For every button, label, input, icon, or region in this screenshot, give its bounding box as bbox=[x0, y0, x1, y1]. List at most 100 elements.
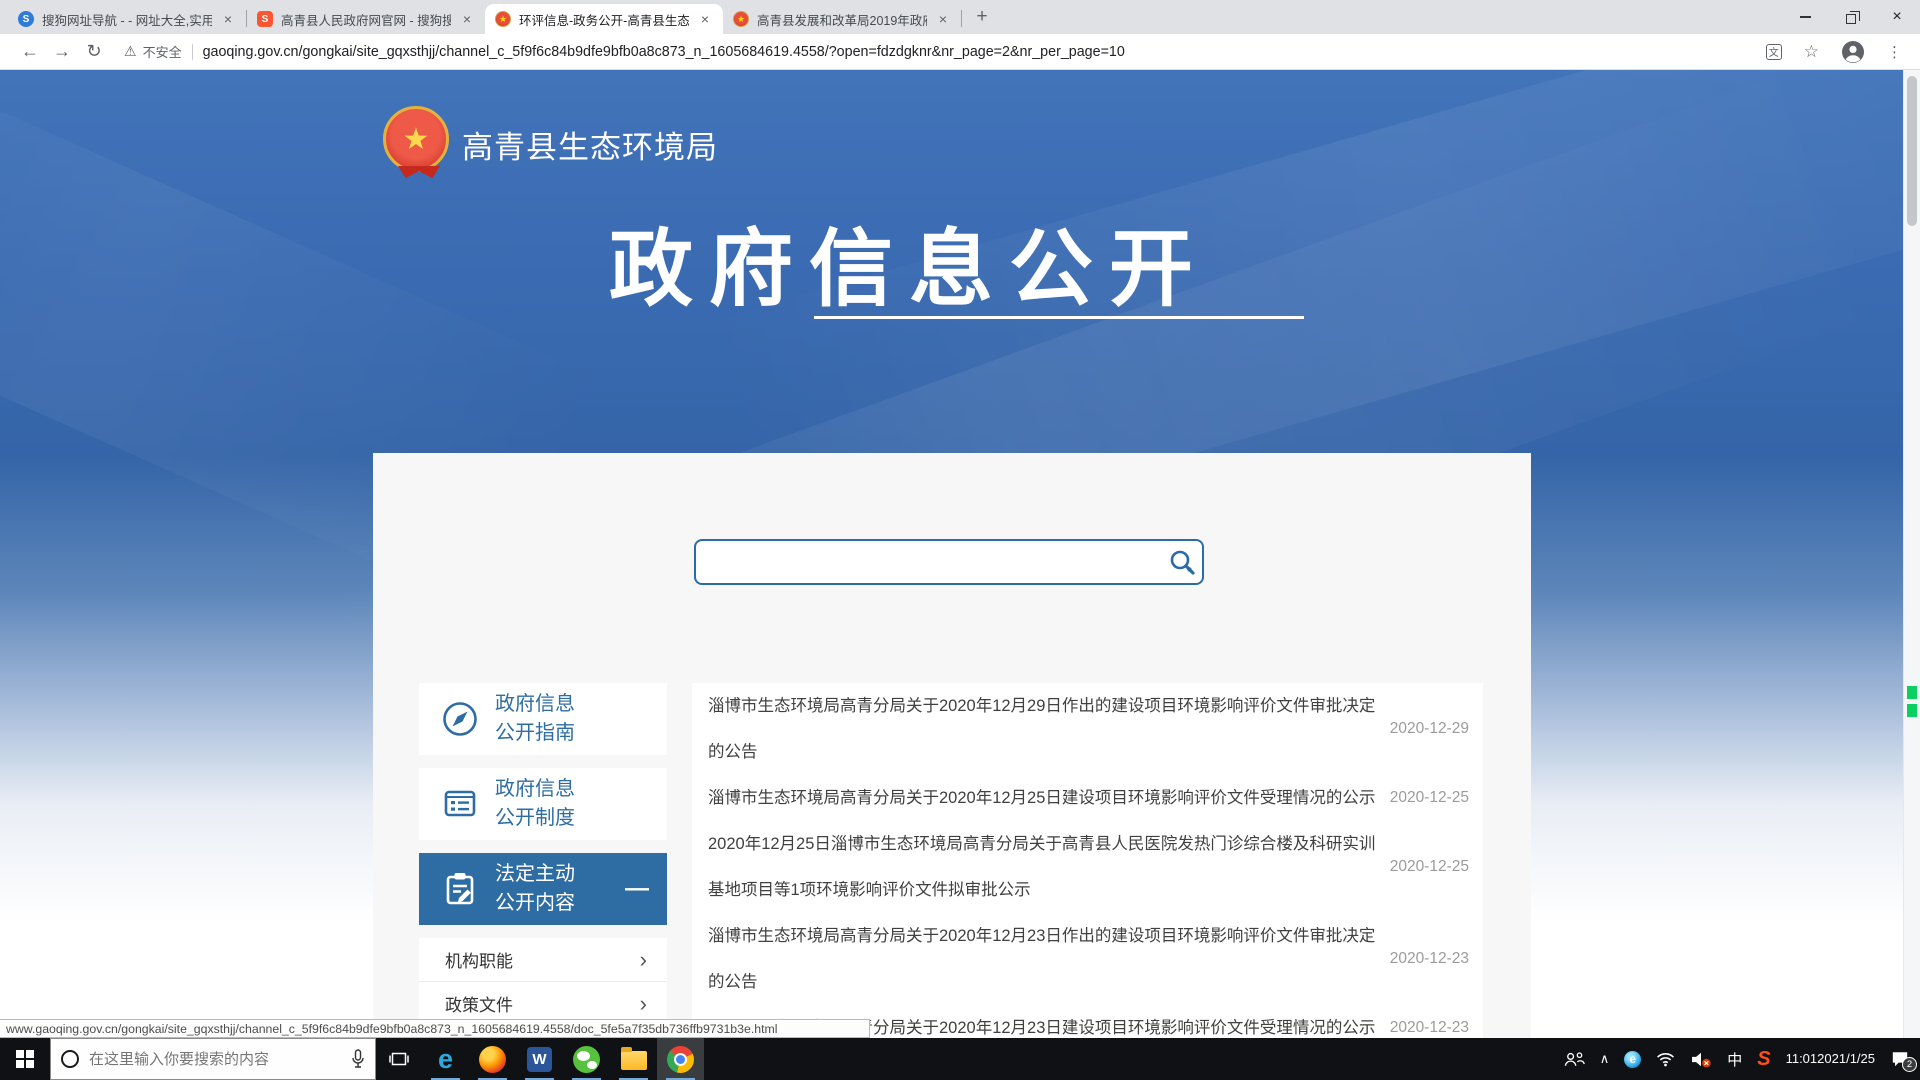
edge-tray-icon[interactable]: e bbox=[1624, 1051, 1641, 1068]
sidebar-item-label: 政府信息 公开指南 bbox=[495, 690, 575, 748]
forward-icon[interactable]: → bbox=[46, 41, 78, 62]
taskbar-explorer-button[interactable] bbox=[610, 1038, 657, 1080]
document-link[interactable]: 淄博市生态环境局高青分局关于2020年12月25日建设项目环境影响评价文件受理情… bbox=[708, 775, 1380, 821]
tab-title: 高青县人民政府网官网 - 搜狗搜 bbox=[281, 10, 451, 29]
new-tab-button[interactable]: + bbox=[968, 3, 996, 31]
compass-icon bbox=[439, 698, 481, 740]
tab-title: 环评信息-政务公开-高青县生态环 bbox=[519, 10, 689, 29]
tray-overflow-chevron-icon[interactable]: ∧ bbox=[1600, 1051, 1610, 1067]
tab-active-eia-info[interactable]: ★ 环评信息-政务公开-高青县生态环 × bbox=[485, 4, 723, 34]
browser-menu-icon[interactable]: ⋮ bbox=[1887, 43, 1902, 61]
window-close-button[interactable]: × bbox=[1874, 0, 1920, 34]
document-link[interactable]: 淄博市生态环境局高青分局关于2020年12月29日作出的建设项目环境影响评价文件… bbox=[708, 683, 1380, 775]
chevron-right-icon: › bbox=[640, 947, 647, 973]
file-explorer-icon bbox=[621, 1051, 647, 1070]
windows-taskbar: e W ∧ e bbox=[0, 1038, 1920, 1080]
tab-development-reform[interactable]: ★ 高青县发展和改革局2019年政府 × bbox=[723, 4, 961, 34]
taskbar-search-input[interactable] bbox=[89, 1051, 341, 1068]
scrollbar-thumb[interactable] bbox=[1907, 76, 1917, 226]
submenu-label: 政策文件 bbox=[445, 991, 513, 1016]
title-underline bbox=[814, 316, 1304, 319]
translate-icon[interactable]: 文 bbox=[1766, 44, 1782, 60]
address-bar[interactable]: gaoqing.gov.cn/gongkai/site_gqxsthjj/cha… bbox=[203, 44, 1754, 60]
wifi-icon[interactable] bbox=[1656, 1052, 1675, 1067]
taskbar-firefox-button[interactable] bbox=[469, 1038, 516, 1080]
tab-title: 搜狗网址导航 - - 网址大全,实用 bbox=[42, 10, 212, 29]
tab-close-icon[interactable]: × bbox=[697, 11, 713, 27]
document-date: 2020-12-25 bbox=[1390, 789, 1469, 807]
document-date: 2020-12-23 bbox=[1390, 1019, 1469, 1037]
chip-divider bbox=[192, 44, 193, 60]
label-line2: 公开制度 bbox=[495, 804, 575, 833]
restore-icon bbox=[1846, 14, 1856, 24]
label-line2: 公开指南 bbox=[495, 719, 575, 748]
chevron-right-icon: › bbox=[640, 991, 647, 1017]
profile-avatar-icon[interactable] bbox=[1841, 40, 1865, 64]
document-link[interactable]: 淄博市生态环境局高青分局关于2020年12月23日作出的建设项目环境影响评价文件… bbox=[708, 913, 1380, 1005]
national-emblem-icon: ★ bbox=[495, 11, 511, 27]
tab-sogou-nav[interactable]: S 搜狗网址导航 - - 网址大全,实用 × bbox=[8, 4, 246, 34]
label-line1: 政府信息 bbox=[495, 775, 575, 804]
taskbar-word-button[interactable]: W bbox=[516, 1038, 563, 1080]
list-item[interactable]: 2020年12月25日淄博市生态环境局高青分局关于高青县人民医院发热门诊综合楼及… bbox=[692, 821, 1483, 913]
tab-close-icon[interactable]: × bbox=[220, 11, 236, 27]
collapse-minus-icon[interactable]: — bbox=[625, 875, 649, 903]
window-minimize-button[interactable] bbox=[1782, 0, 1828, 34]
taskbar-search-box[interactable] bbox=[50, 1038, 376, 1080]
toolbar-right-icons: 文 ☆ ⋮ bbox=[1766, 40, 1906, 64]
taskbar-chrome-button[interactable] bbox=[657, 1038, 704, 1080]
scrollbar-marker bbox=[1907, 704, 1917, 717]
taskbar-apps: e W bbox=[422, 1038, 704, 1080]
volume-muted-icon[interactable] bbox=[1690, 1051, 1712, 1068]
tab-gov-site[interactable]: S 高青县人民政府网官网 - 搜狗搜 × bbox=[247, 4, 485, 34]
list-item[interactable]: 淄博市生态环境局高青分局关于2020年12月23日作出的建设项目环境影响评价文件… bbox=[692, 913, 1483, 1005]
national-emblem-logo: ★ bbox=[383, 106, 449, 172]
sidebar-item-label: 政府信息 公开制度 bbox=[495, 775, 575, 833]
word-icon: W bbox=[527, 1047, 552, 1072]
sogou-tray-icon[interactable]: S bbox=[1757, 1048, 1770, 1071]
back-icon[interactable]: ← bbox=[14, 41, 46, 62]
link-preview-status-bar: www.gaoqing.gov.cn/gongkai/site_gqxsthjj… bbox=[0, 1019, 870, 1038]
document-date: 2020-12-25 bbox=[1390, 858, 1469, 876]
tab-close-icon[interactable]: × bbox=[459, 11, 475, 27]
sogou-nav-icon: S bbox=[18, 11, 34, 27]
bookmark-star-icon[interactable]: ☆ bbox=[1804, 42, 1819, 62]
submenu-item-agency-functions[interactable]: 机构职能 › bbox=[419, 938, 667, 982]
sidebar-item-gov-info-system[interactable]: 政府信息 公开制度 bbox=[419, 768, 667, 840]
document-date: 2020-12-23 bbox=[1390, 950, 1469, 968]
task-view-button[interactable] bbox=[376, 1038, 422, 1080]
window-restore-button[interactable] bbox=[1828, 0, 1874, 34]
label-line1: 法定主动 bbox=[495, 860, 575, 889]
microphone-icon[interactable] bbox=[351, 1049, 365, 1069]
reload-icon[interactable]: ↻ bbox=[78, 41, 110, 62]
taskbar-clock[interactable]: 11:01 2021/1/25 bbox=[1786, 1051, 1875, 1067]
list-item[interactable]: 淄博市生态环境局高青分局关于2020年12月29日作出的建设项目环境影响评价文件… bbox=[692, 683, 1483, 775]
page-scrollbar[interactable] bbox=[1903, 70, 1920, 1038]
tab-title: 高青县发展和改革局2019年政府 bbox=[757, 10, 927, 29]
ime-indicator[interactable]: 中 bbox=[1727, 1049, 1742, 1070]
scrollbar-marker bbox=[1907, 686, 1917, 699]
search-button[interactable] bbox=[1162, 541, 1202, 583]
people-icon[interactable] bbox=[1563, 1051, 1585, 1067]
search-input[interactable] bbox=[696, 541, 1162, 583]
edge-icon: e bbox=[438, 1046, 453, 1073]
sidebar-item-statutory-disclosure[interactable]: 法定主动 公开内容 — bbox=[419, 853, 667, 925]
taskbar-wechat-button[interactable] bbox=[563, 1038, 610, 1080]
sidebar-item-gov-info-guide[interactable]: 政府信息 公开指南 bbox=[419, 683, 667, 755]
notification-badge: 2 bbox=[1902, 1057, 1917, 1072]
action-center-button[interactable]: 2 bbox=[1890, 1050, 1910, 1068]
taskbar-edge-button[interactable]: e bbox=[422, 1038, 469, 1080]
document-link[interactable]: 2020年12月25日淄博市生态环境局高青分局关于高青县人民医院发热门诊综合楼及… bbox=[708, 821, 1380, 913]
submenu-label: 机构职能 bbox=[445, 947, 513, 972]
start-button[interactable] bbox=[0, 1038, 50, 1080]
cortana-icon bbox=[61, 1050, 79, 1068]
sidebar-item-label: 法定主动 公开内容 bbox=[495, 860, 575, 918]
warning-icon: ⚠ bbox=[124, 43, 137, 60]
clipboard-pen-icon bbox=[439, 868, 481, 910]
tab-close-icon[interactable]: × bbox=[935, 11, 951, 27]
label-line2: 公开内容 bbox=[495, 889, 575, 918]
page-title: 政府信息公开 bbox=[600, 202, 1218, 323]
list-item[interactable]: 淄博市生态环境局高青分局关于2020年12月25日建设项目环境影响评价文件受理情… bbox=[692, 775, 1483, 821]
security-chip[interactable]: ⚠ 不安全 bbox=[124, 42, 182, 61]
system-tray: ∧ e 中 S 11:01 2021/1/25 bbox=[1563, 1048, 1920, 1071]
